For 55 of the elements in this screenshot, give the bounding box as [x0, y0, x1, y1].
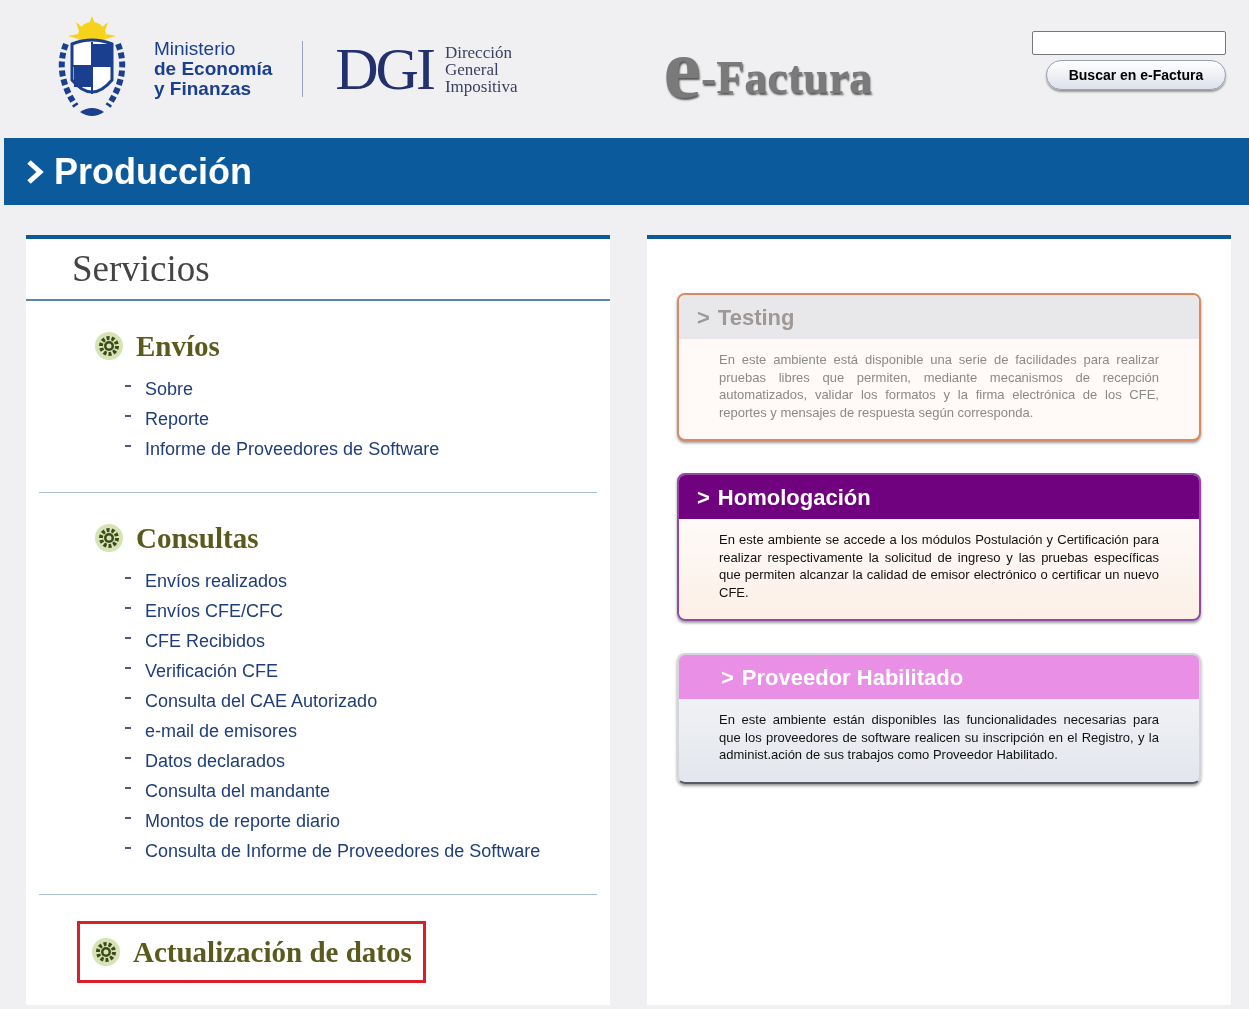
service-link[interactable]: Consulta del mandante	[145, 780, 331, 802]
card-description: En este ambiente están disponibles las funcionalidades necesarias para que los proveedores de software realicen su inscripción en el Registro, y la administ.ación de sus trabajos como Proveedor Habilitado.	[719, 711, 1159, 764]
gear-icon	[94, 331, 124, 361]
card-title: Proveedor Habilitado	[741, 663, 964, 692]
dash-icon	[125, 697, 131, 699]
dash-icon	[125, 445, 131, 447]
section-title: Actualización de datos	[133, 936, 412, 968]
chevron-icon	[26, 158, 44, 185]
service-link[interactable]: Envíos realizados	[145, 570, 288, 592]
section-title: Envíos	[136, 330, 220, 362]
card-title: Homologación	[717, 483, 871, 512]
service-link[interactable]: Informe de Proveedores de Software	[145, 438, 440, 460]
dash-icon	[125, 667, 131, 669]
dash-icon	[125, 787, 131, 789]
service-link[interactable]: Consulta de Informe de Proveedores de Software	[145, 840, 541, 862]
service-link[interactable]: Montos de reporte diario	[145, 810, 341, 832]
ministry-name-line: Ministerio	[154, 39, 237, 59]
gear-icon	[94, 523, 124, 553]
ministry-name-line: y Finanzas	[154, 79, 253, 99]
service-link[interactable]: e-mail de emisores	[145, 720, 298, 742]
card-description: En este ambiente está disponible una serie de facilidades para realizar pruebas libres que permiten, mediante mecanismos de recepción automatizados, validar los formatos y la firma electrónica de los CFE, reportes y mensajes de respuesta según corresponda.	[719, 351, 1159, 421]
gear-icon	[91, 937, 121, 967]
service-link[interactable]: Consulta del CAE Autorizado	[145, 690, 378, 712]
dash-icon	[125, 727, 131, 729]
page-title: Producción	[54, 149, 253, 194]
dash-icon	[125, 637, 131, 639]
card-description: En este ambiente se accede a los módulos Postulación y Certificación para realizar respectivamente la solicitud de ingreso y las pruebas específicas que permiten alcanzar la calidad de emisor electrónico o certificar un nuevo CFE.	[719, 531, 1159, 601]
dash-icon	[125, 607, 131, 609]
search-field[interactable]	[1032, 31, 1226, 55]
arrow-glyph: >	[721, 663, 734, 692]
arrow-glyph: >	[697, 303, 710, 332]
dash-icon	[125, 415, 131, 417]
arrow-glyph: >	[697, 483, 710, 512]
dash-icon	[125, 385, 131, 387]
section-title: Consultas	[136, 522, 259, 554]
dash-icon	[125, 817, 131, 819]
product-logo: e-Factura	[663, 27, 873, 111]
card-title: Testing	[717, 303, 795, 332]
dash-icon	[125, 847, 131, 849]
service-link[interactable]: CFE Recibidos	[145, 630, 266, 652]
service-link[interactable]: Reporte	[145, 408, 210, 430]
dash-icon	[125, 757, 131, 759]
ministry-name-line: de Economía	[154, 59, 273, 79]
service-link[interactable]: Verificación CFE	[145, 660, 279, 682]
panel-title: Servicios	[72, 247, 210, 292]
service-link[interactable]: Datos declarados	[145, 750, 286, 772]
environment-card[interactable]	[677, 473, 1201, 621]
agency-abbreviation: DGI	[335, 39, 433, 99]
service-link[interactable]: Envíos CFE/CFC	[145, 600, 284, 622]
agency-name-line: General	[444, 60, 500, 78]
agency-name-line: Impositiva	[444, 77, 518, 95]
search-button[interactable]: Buscar en e-Factura	[1046, 60, 1226, 90]
dash-icon	[125, 577, 131, 579]
agency-name-line: Dirección	[444, 43, 513, 61]
service-link[interactable]: Sobre	[145, 378, 194, 400]
